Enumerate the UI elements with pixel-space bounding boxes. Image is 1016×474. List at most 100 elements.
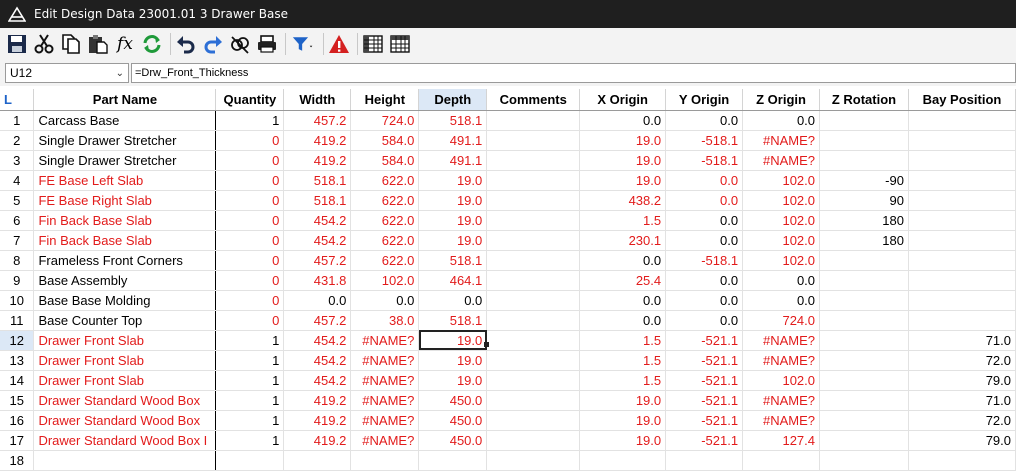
quantity-cell[interactable]: 1 [215, 410, 285, 431]
x-origin-cell[interactable]: 25.4 [579, 270, 667, 291]
quantity-cell[interactable]: 0 [215, 290, 285, 311]
z-origin-cell[interactable]: 0.0 [742, 270, 821, 291]
height-cell[interactable]: #NAME? [350, 390, 420, 411]
comments-cell[interactable] [486, 390, 581, 411]
z-rotation-cell[interactable] [819, 130, 909, 151]
comments-cell[interactable] [486, 270, 581, 291]
x-origin-cell[interactable]: 19.0 [579, 390, 667, 411]
y-origin-cell[interactable]: 0.0 [665, 270, 744, 291]
bay-position-cell[interactable] [908, 110, 1016, 131]
z-rotation-cell[interactable] [819, 150, 909, 171]
comments-cell[interactable] [486, 430, 581, 451]
z-rotation-cell[interactable] [819, 390, 909, 411]
width-cell[interactable]: 419.2 [283, 130, 352, 151]
part-name-cell[interactable]: Drawer Front Slab [33, 370, 217, 391]
cut-button[interactable] [32, 32, 56, 56]
depth-cell[interactable]: 450.0 [418, 390, 488, 411]
formula-input[interactable]: =Drw_Front_Thickness [131, 63, 1016, 83]
height-cell[interactable]: #NAME? [350, 410, 420, 431]
quantity-cell[interactable]: 0 [215, 150, 285, 171]
column-header-height[interactable]: Height [350, 89, 420, 111]
column-header-bay-position[interactable]: Bay Position [908, 89, 1016, 111]
height-cell[interactable]: 622.0 [350, 210, 420, 231]
height-cell[interactable]: 584.0 [350, 130, 420, 151]
part-name-cell[interactable]: Drawer Front Slab [33, 330, 217, 351]
row-number[interactable]: 11 [0, 310, 35, 331]
part-name-cell[interactable]: Drawer Standard Wood Box [33, 410, 217, 431]
height-cell[interactable]: #NAME? [350, 350, 420, 371]
x-origin-cell[interactable]: 1.5 [579, 370, 667, 391]
width-cell[interactable]: 454.2 [283, 350, 352, 371]
z-origin-cell[interactable]: #NAME? [742, 350, 821, 371]
bay-position-cell[interactable]: 71.0 [908, 390, 1016, 411]
depth-cell[interactable]: 19.0 [418, 210, 488, 231]
z-rotation-cell[interactable] [819, 270, 909, 291]
z-origin-cell[interactable]: 102.0 [742, 230, 821, 251]
height-cell[interactable]: 622.0 [350, 250, 420, 271]
comments-cell[interactable] [486, 110, 581, 131]
z-rotation-cell[interactable] [819, 290, 909, 311]
height-cell[interactable]: 38.0 [350, 310, 420, 331]
save-button[interactable] [5, 32, 29, 56]
width-cell[interactable]: 454.2 [283, 210, 352, 231]
z-rotation-cell[interactable] [819, 430, 909, 451]
bay-position-cell[interactable]: 72.0 [908, 350, 1016, 371]
depth-cell[interactable]: 19.0 [418, 370, 488, 391]
quantity-cell[interactable]: 0 [215, 190, 285, 211]
part-name-cell[interactable]: Base Assembly [33, 270, 217, 291]
y-origin-cell[interactable]: 0.0 [665, 110, 744, 131]
row-number[interactable]: 9 [0, 270, 35, 291]
z-origin-cell[interactable]: 0.0 [742, 290, 821, 311]
paste-button[interactable] [86, 32, 110, 56]
height-cell[interactable] [350, 450, 420, 471]
grid-view-button[interactable] [361, 32, 385, 56]
comments-cell[interactable] [486, 410, 581, 431]
bay-position-cell[interactable] [908, 290, 1016, 311]
bay-position-cell[interactable] [908, 250, 1016, 271]
z-rotation-cell[interactable] [819, 410, 909, 431]
width-cell[interactable]: 518.1 [283, 170, 352, 191]
height-cell[interactable]: #NAME? [350, 330, 420, 351]
row-number[interactable]: 5 [0, 190, 35, 211]
width-cell[interactable]: 431.8 [283, 270, 352, 291]
y-origin-cell[interactable]: -521.1 [665, 410, 744, 431]
comments-cell[interactable] [486, 290, 581, 311]
x-origin-cell[interactable]: 0.0 [579, 290, 667, 311]
z-rotation-cell[interactable]: 180 [819, 230, 909, 251]
undo-button[interactable] [174, 32, 198, 56]
part-name-cell[interactable]: FE Base Right Slab [33, 190, 217, 211]
y-origin-cell[interactable]: 0.0 [665, 290, 744, 311]
width-cell[interactable]: 454.2 [283, 330, 352, 351]
quantity-cell[interactable]: 0 [215, 230, 285, 251]
copy-button[interactable] [59, 32, 83, 56]
width-cell[interactable]: 457.2 [283, 110, 352, 131]
width-cell[interactable]: 454.2 [283, 370, 352, 391]
quantity-cell[interactable]: 1 [215, 370, 285, 391]
x-origin-cell[interactable]: 1.5 [579, 210, 667, 231]
bay-position-cell[interactable] [908, 270, 1016, 291]
x-origin-cell[interactable]: 19.0 [579, 430, 667, 451]
filter-button[interactable] [289, 32, 317, 56]
row-number[interactable]: 8 [0, 250, 35, 271]
y-origin-cell[interactable]: -521.1 [665, 330, 744, 351]
row-number[interactable]: 17 [0, 430, 35, 451]
depth-cell[interactable]: 518.1 [418, 110, 488, 131]
depth-cell[interactable]: 19.0 [418, 170, 488, 191]
column-header-x-origin[interactable]: X Origin [579, 89, 667, 111]
bay-position-cell[interactable] [908, 150, 1016, 171]
x-origin-cell[interactable]: 0.0 [579, 110, 667, 131]
width-cell[interactable]: 454.2 [283, 230, 352, 251]
y-origin-cell[interactable] [665, 450, 744, 471]
y-origin-cell[interactable]: 0.0 [665, 190, 744, 211]
z-origin-cell[interactable]: 0.0 [742, 110, 821, 131]
x-origin-cell[interactable]: 230.1 [579, 230, 667, 251]
quantity-cell[interactable]: 1 [215, 390, 285, 411]
part-name-cell[interactable]: Drawer Front Slab [33, 350, 217, 371]
z-rotation-cell[interactable]: 90 [819, 190, 909, 211]
quantity-cell[interactable]: 1 [215, 330, 285, 351]
height-cell[interactable]: 622.0 [350, 170, 420, 191]
z-origin-cell[interactable]: 102.0 [742, 250, 821, 271]
row-number[interactable]: 3 [0, 150, 35, 171]
comments-cell[interactable] [486, 250, 581, 271]
y-origin-cell[interactable]: 0.0 [665, 210, 744, 231]
